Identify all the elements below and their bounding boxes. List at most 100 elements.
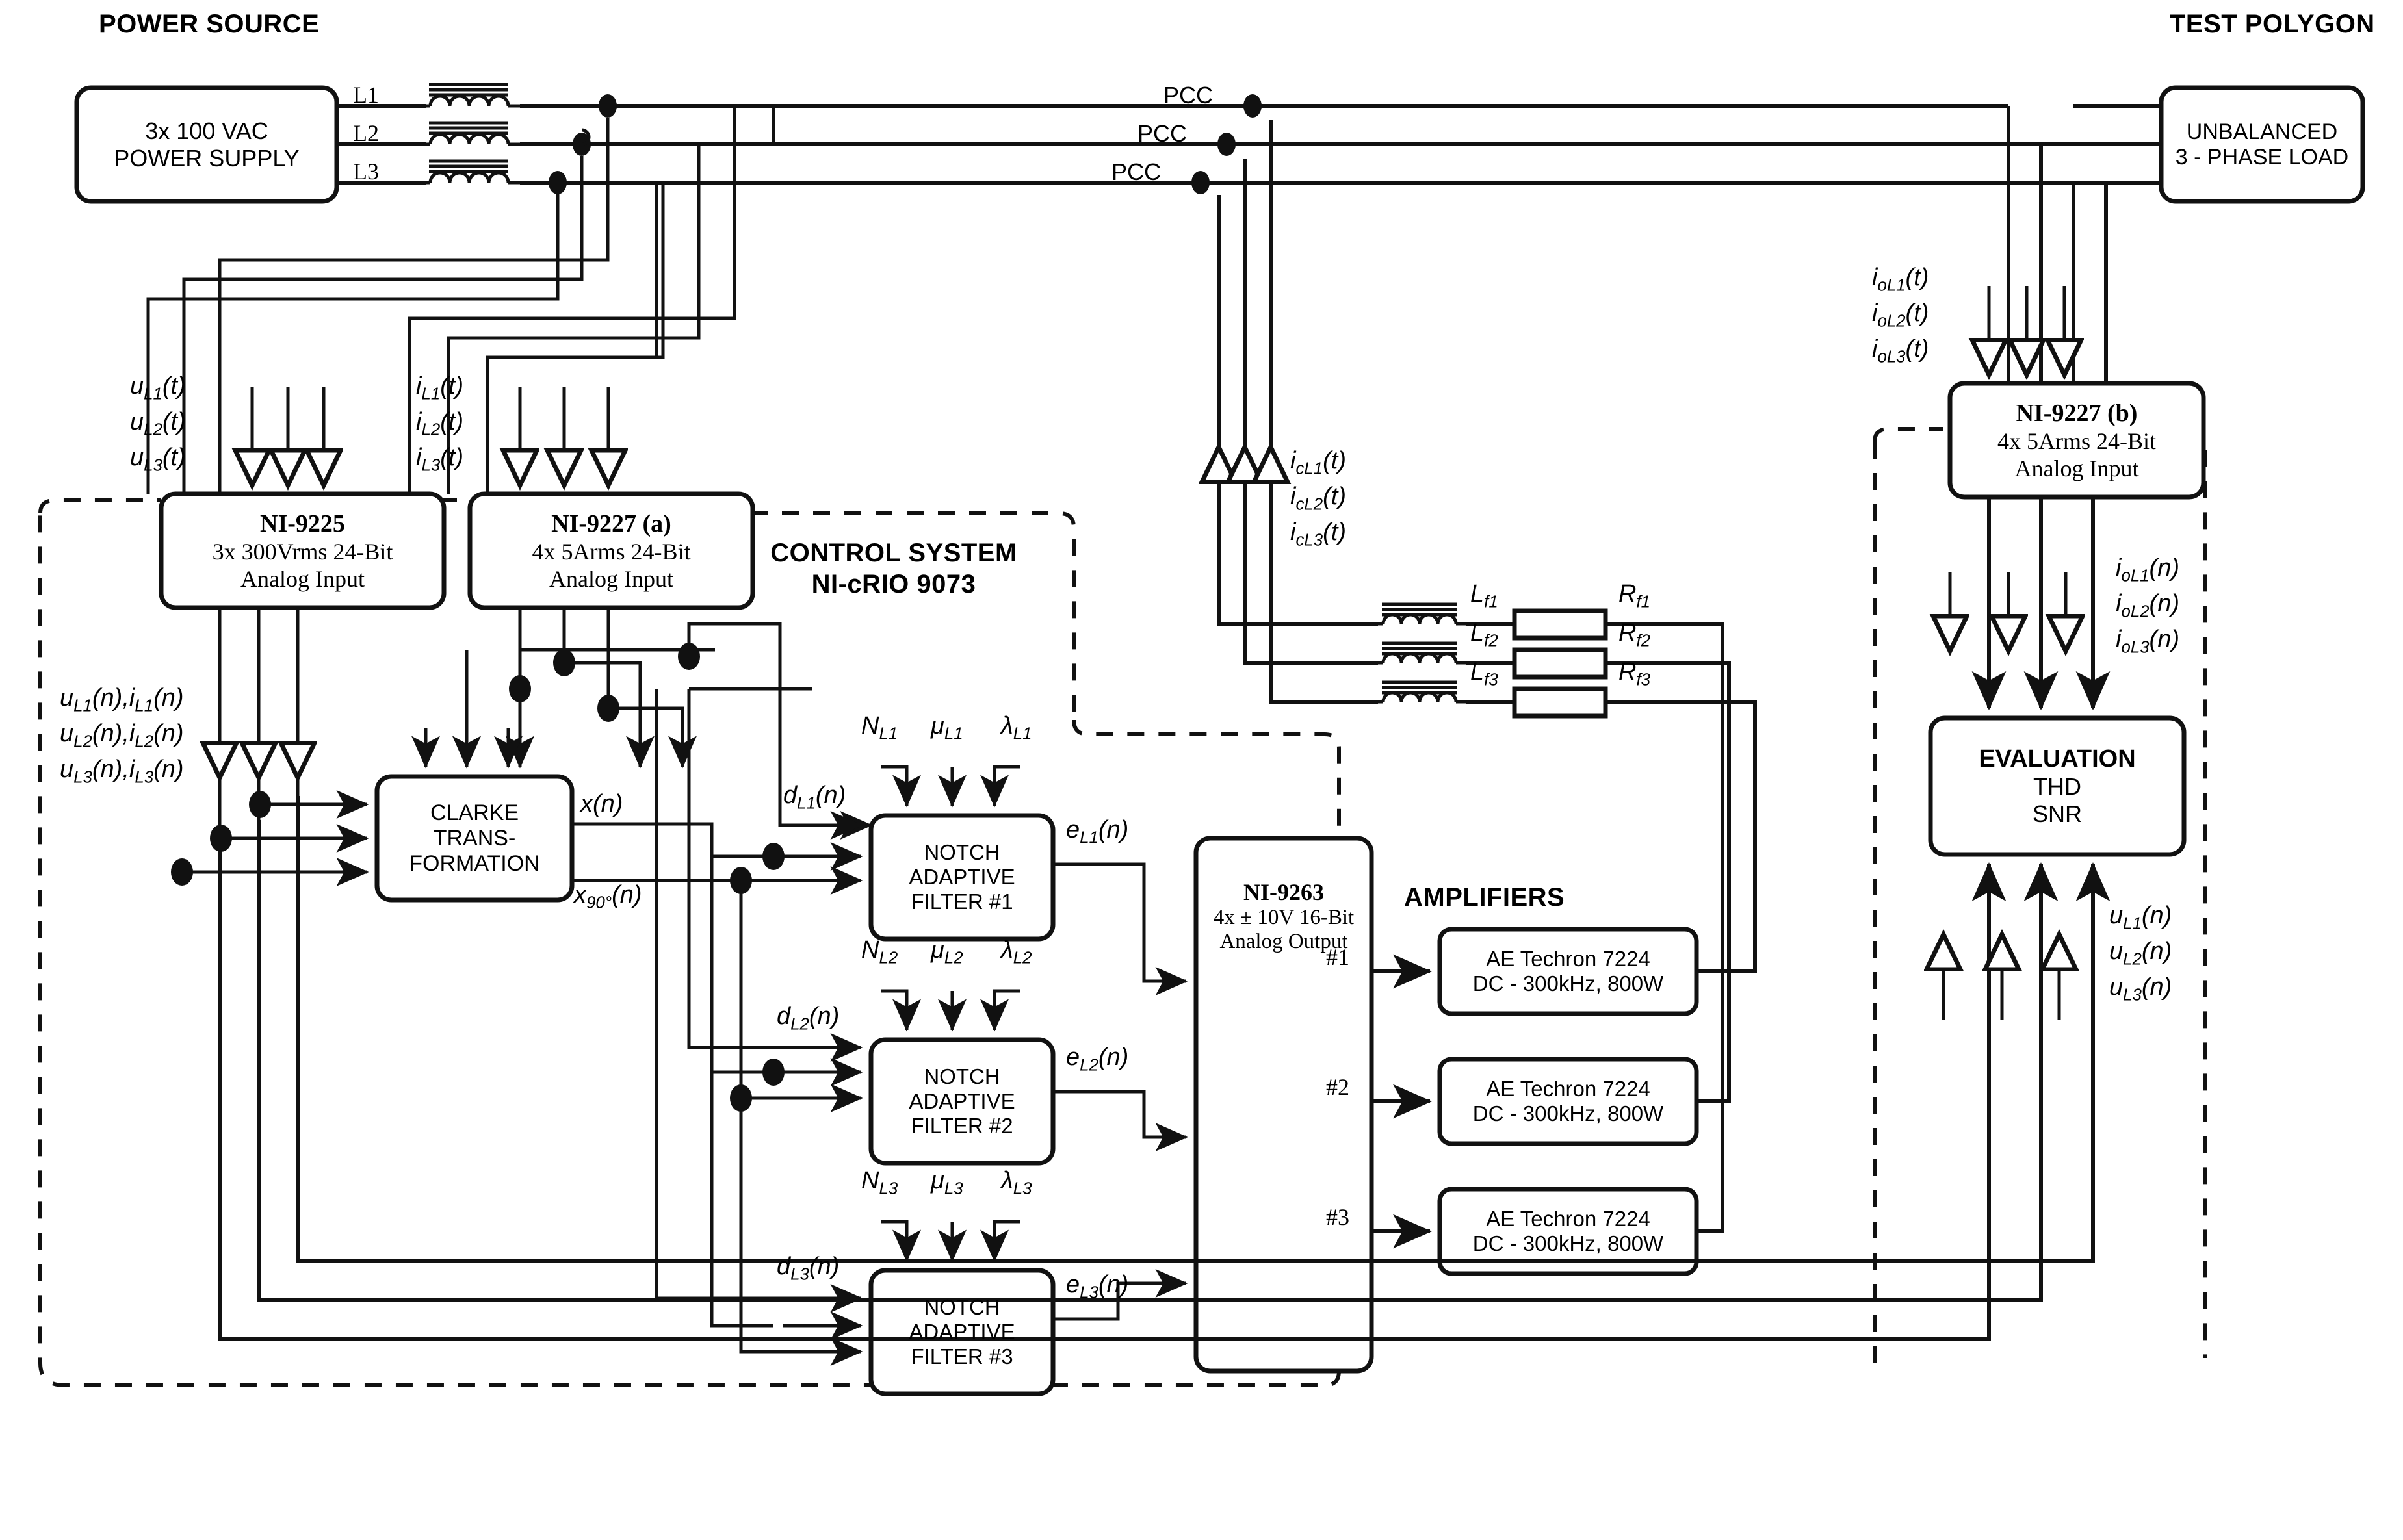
phase-label-l2: L2 bbox=[353, 120, 379, 146]
section-header-power-source: POWER SOURCE bbox=[99, 10, 320, 38]
param-n-l2: NL2 bbox=[861, 936, 898, 968]
evaluation-line2: THD bbox=[2033, 773, 2081, 800]
pcc-label-2: PCC bbox=[1137, 120, 1188, 147]
ni9227b-line3: Analog Input bbox=[2014, 455, 2139, 481]
param-lambda-l2: λL2 bbox=[1001, 936, 1032, 968]
notch1-line2: ADAPTIVE bbox=[909, 865, 1015, 889]
block-clarke-transformation: CLARKE TRANS- FORMATION bbox=[377, 776, 572, 900]
pcc-label-1: PCC bbox=[1163, 82, 1214, 109]
phase-label-l3: L3 bbox=[353, 159, 379, 185]
block-amplifier-3: AE Techron 7224 DC - 300kHz, 800W bbox=[1440, 1189, 1696, 1274]
param-n-l3: NL3 bbox=[861, 1167, 898, 1198]
ni9225-line2: 3x 300Vrms 24-Bit bbox=[212, 538, 393, 565]
label-resistor-rf2: Rf2 bbox=[1618, 619, 1650, 650]
param-n-l1: NL1 bbox=[861, 712, 898, 743]
block-notch-filter-2: NOTCH ADAPTIVE FILTER #2 bbox=[871, 1040, 1053, 1163]
amp2-line2: DC - 300kHz, 800W bbox=[1472, 1101, 1664, 1125]
ni9263-title: NI-9263 bbox=[1243, 879, 1324, 905]
ni9227b-line2: 4x 5Arms 24-Bit bbox=[1997, 428, 2156, 454]
ni9227a-title: NI-9227 (a) bbox=[551, 509, 671, 537]
ni9225-line3: Analog Input bbox=[240, 565, 365, 592]
param-mu-l1: μL1 bbox=[931, 712, 963, 743]
block-amplifier-2: AE Techron 7224 DC - 300kHz, 800W bbox=[1440, 1059, 1696, 1144]
channel-label-2: #2 bbox=[1326, 1074, 1349, 1100]
section-header-amplifiers: AMPLIFIERS bbox=[1404, 883, 1565, 912]
signal-io-l3-n: ioL3(n) bbox=[2116, 626, 2179, 657]
evaluation-line3: SNR bbox=[2032, 800, 2082, 827]
amp3-line2: DC - 300kHz, 800W bbox=[1472, 1231, 1664, 1255]
section-header-control-system-model: NI-cRIO 9073 bbox=[811, 570, 976, 598]
signal-e-l1-n: eL1(n) bbox=[1066, 816, 1129, 847]
section-header-test-polygon: TEST POLYGON bbox=[2170, 10, 2375, 38]
signal-ic-l3-t: icL3(t) bbox=[1290, 519, 1346, 550]
block-power-supply: 3x 100 VAC POWER SUPPLY bbox=[77, 88, 337, 201]
signal-pair-l3: uL3(n),iL3(n) bbox=[60, 756, 184, 787]
signal-i-l3-t: iL3(t) bbox=[416, 444, 464, 475]
block-notch-filter-3: NOTCH ADAPTIVE FILTER #3 bbox=[871, 1270, 1053, 1394]
signal-io-l1-n: ioL1(n) bbox=[2116, 554, 2179, 585]
load-line2: 3 - PHASE LOAD bbox=[2175, 144, 2349, 170]
signal-io-l2-t: ioL2(t) bbox=[1872, 300, 1929, 331]
param-lambda-l1: λL1 bbox=[1001, 712, 1032, 743]
signal-u-l1-n: uL1(n) bbox=[2109, 902, 2172, 933]
block-notch-filter-1: NOTCH ADAPTIVE FILTER #1 bbox=[871, 815, 1053, 939]
notch1-line1: NOTCH bbox=[924, 840, 1000, 864]
amp1-line2: DC - 300kHz, 800W bbox=[1472, 971, 1664, 995]
param-mu-l3: μL3 bbox=[931, 1167, 963, 1198]
signal-x90-n: x90°(n) bbox=[574, 881, 642, 912]
power-supply-line2: POWER SUPPLY bbox=[114, 144, 300, 172]
signal-i-l2-t: iL2(t) bbox=[416, 408, 464, 439]
signal-pair-l1: uL1(n),iL1(n) bbox=[60, 684, 184, 715]
notch2-line2: ADAPTIVE bbox=[909, 1089, 1015, 1113]
block-ni9227a: NI-9227 (a) 4x 5Arms 24-Bit Analog Input bbox=[470, 494, 753, 608]
signal-u-l1-t: uL1(t) bbox=[130, 372, 186, 404]
signal-io-l1-t: ioL1(t) bbox=[1872, 264, 1929, 295]
power-supply-line1: 3x 100 VAC bbox=[145, 117, 268, 144]
block-ni9225: NI-9225 3x 300Vrms 24-Bit Analog Input bbox=[161, 494, 444, 608]
channel-label-1: #1 bbox=[1326, 944, 1349, 970]
clarke-line1: CLARKE bbox=[430, 800, 519, 825]
signal-u-l2-t: uL2(t) bbox=[130, 408, 186, 439]
param-lambda-l3: λL3 bbox=[1001, 1167, 1032, 1198]
signal-ic-l2-t: icL2(t) bbox=[1290, 483, 1346, 514]
label-inductor-lf1: Lf1 bbox=[1470, 580, 1498, 611]
block-evaluation: EVALUATION THD SNR bbox=[1930, 718, 2184, 854]
ni9227a-line2: 4x 5Arms 24-Bit bbox=[532, 538, 691, 565]
block-unbalanced-load: UNBALANCED 3 - PHASE LOAD bbox=[2161, 88, 2363, 201]
channel-label-3: #3 bbox=[1326, 1204, 1349, 1230]
amp3-line1: AE Techron 7224 bbox=[1486, 1207, 1650, 1231]
amp1-line1: AE Techron 7224 bbox=[1486, 947, 1650, 971]
signal-d-l1-n: dL1(n) bbox=[783, 782, 846, 813]
section-header-control-system: CONTROL SYSTEM bbox=[770, 539, 1017, 567]
ni9227a-line3: Analog Input bbox=[549, 565, 673, 592]
phase-label-l1: L1 bbox=[353, 82, 379, 108]
block-amplifier-1: AE Techron 7224 DC - 300kHz, 800W bbox=[1440, 929, 1696, 1014]
label-resistor-rf1: Rf1 bbox=[1618, 580, 1650, 611]
amp2-line1: AE Techron 7224 bbox=[1486, 1077, 1650, 1101]
pcc-label-3: PCC bbox=[1111, 159, 1162, 185]
signal-e-l2-n: eL2(n) bbox=[1066, 1044, 1129, 1075]
param-mu-l2: μL2 bbox=[931, 936, 963, 968]
signal-io-l2-n: ioL2(n) bbox=[2116, 590, 2179, 621]
signal-u-l3-t: uL3(t) bbox=[130, 444, 186, 475]
notch1-line3: FILTER #1 bbox=[911, 890, 1013, 914]
signal-d-l2-n: dL2(n) bbox=[777, 1003, 840, 1034]
signal-pair-l2: uL2(n),iL2(n) bbox=[60, 720, 184, 751]
notch3-line3: FILTER #3 bbox=[911, 1344, 1013, 1368]
clarke-line2: TRANS- bbox=[433, 825, 516, 851]
load-line1: UNBALANCED bbox=[2186, 119, 2338, 144]
notch3-line2: ADAPTIVE bbox=[909, 1320, 1015, 1344]
diagram-canvas: POWER SOURCE TEST POLYGON CONTROL SYSTEM… bbox=[0, 0, 2403, 1540]
signal-e-l3-n: eL3(n) bbox=[1066, 1271, 1129, 1302]
signal-io-l3-t: ioL3(t) bbox=[1872, 335, 1929, 366]
signal-u-l3-n: uL3(n) bbox=[2109, 973, 2172, 1005]
signal-ic-l1-t: icL1(t) bbox=[1290, 447, 1346, 478]
label-inductor-lf2: Lf2 bbox=[1470, 619, 1498, 650]
ni9227b-title: NI-9227 (b) bbox=[2016, 399, 2138, 427]
ni9263-line2: 4x ± 10V 16-Bit bbox=[1213, 906, 1355, 929]
signal-i-l1-t: iL1(t) bbox=[416, 372, 464, 404]
label-inductor-lf3: Lf3 bbox=[1470, 658, 1498, 689]
evaluation-line1: EVALUATION bbox=[1979, 745, 2136, 773]
signal-x-n: x(n) bbox=[580, 790, 623, 817]
signal-u-l2-n: uL2(n) bbox=[2109, 938, 2172, 969]
